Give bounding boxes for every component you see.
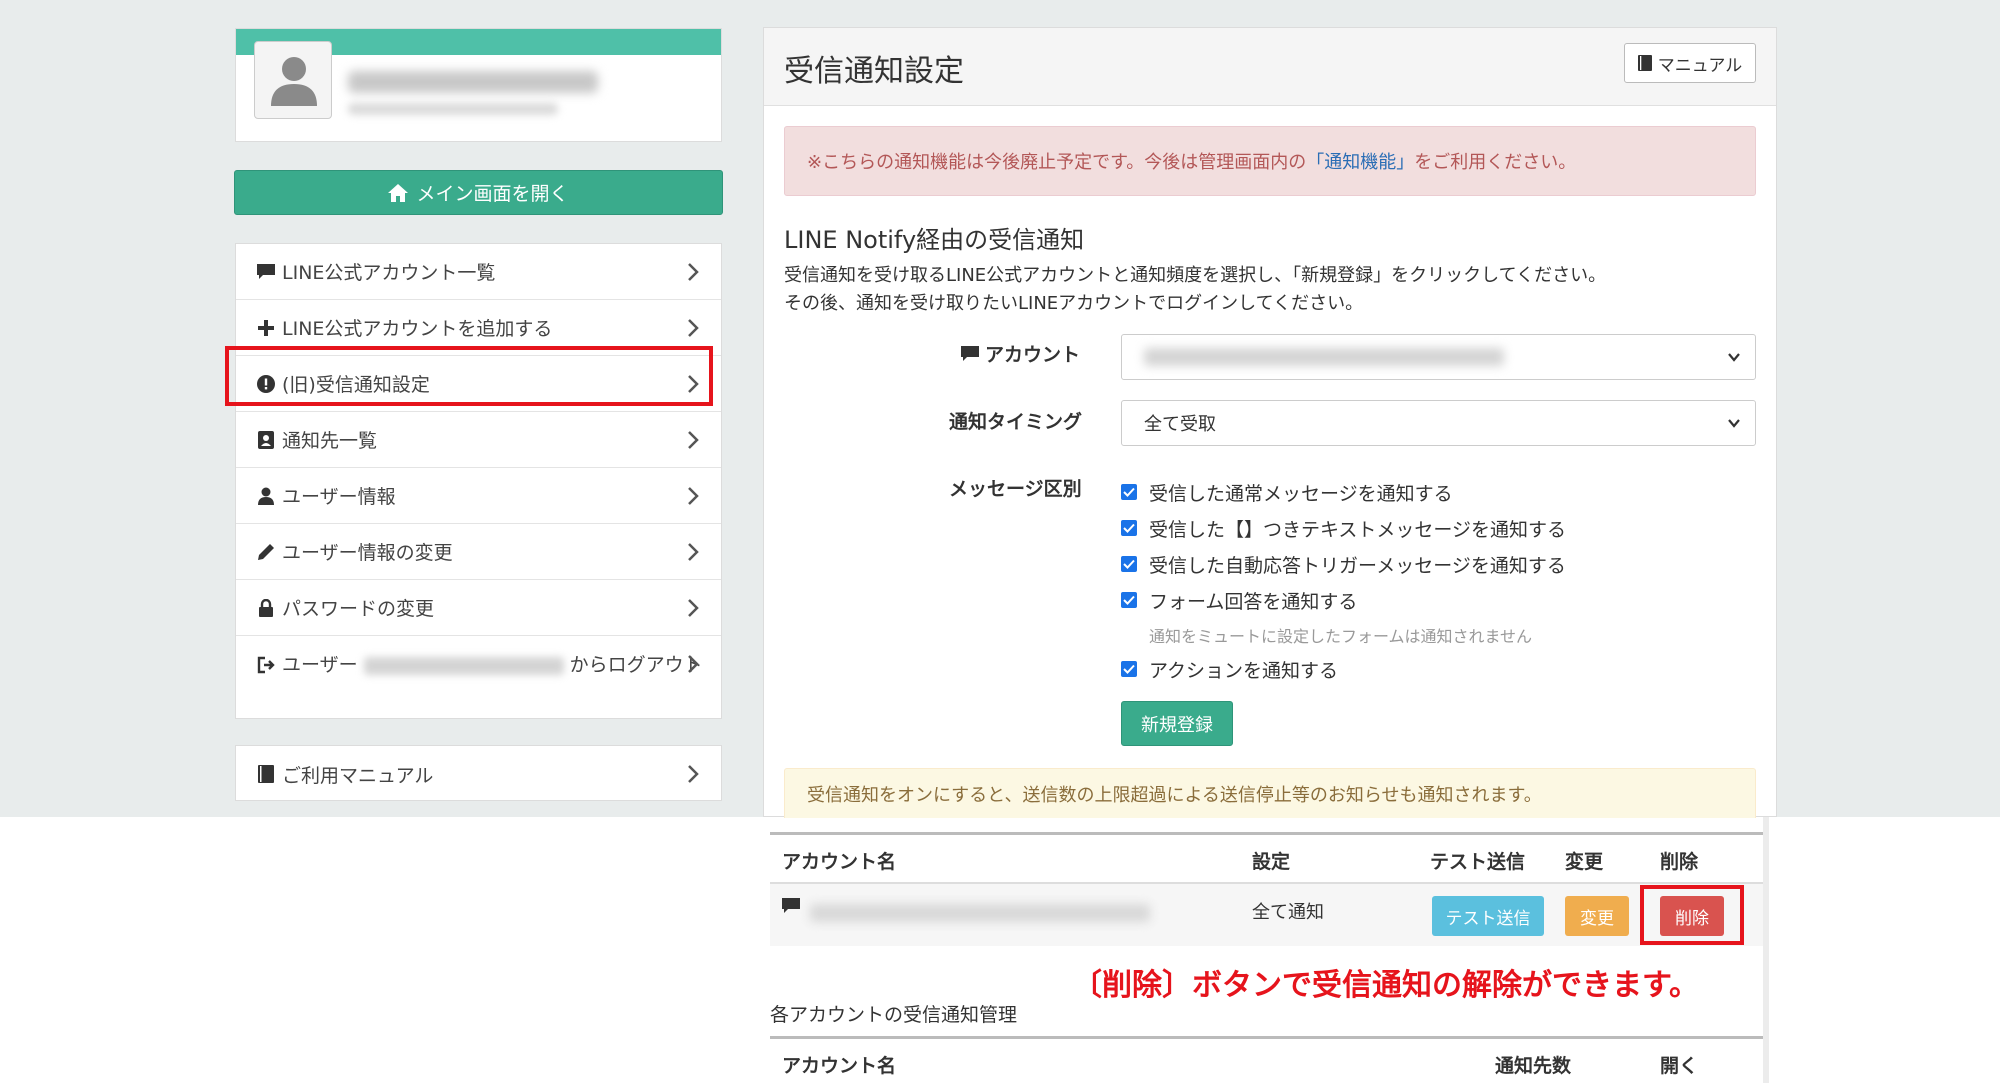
chevron-right-icon <box>688 655 699 673</box>
sidebar-item-manual[interactable]: ご利用マニュアル <box>236 746 721 802</box>
notification-table-header: アカウント名 設定 テスト送信 変更 削除 <box>770 832 1763 884</box>
checkbox-checked-icon <box>1121 484 1137 500</box>
redacted-user-email <box>348 103 558 115</box>
chevron-down-icon <box>1728 419 1740 428</box>
account-label: アカウント <box>961 340 1080 367</box>
comment-icon <box>961 345 979 361</box>
checkbox-action[interactable]: アクションを通知する <box>1121 651 1566 687</box>
chevron-down-icon <box>1728 353 1740 362</box>
message-type-checkboxes: 受信した通常メッセージを通知する 受信した【】つきテキストメッセージを通知する … <box>1121 474 1566 687</box>
sidebar-item-logout[interactable]: ユーザー からログアウト <box>236 636 721 718</box>
chevron-right-icon <box>688 431 699 449</box>
notification-settings-panel: 受信通知設定 マニュアル ※こちらの通知機能は今後廃止予定です。今後は管理画面内… <box>763 27 1777 818</box>
register-button[interactable]: 新規登録 <box>1121 701 1233 746</box>
notification-warning: 受信通知をオンにすると、送信数の上限超過による送信停止等のお知らせも通知されます… <box>784 768 1756 818</box>
user-card <box>235 28 722 142</box>
redacted-account-name <box>810 904 1150 922</box>
header-account-name: アカウント名 <box>782 1055 897 1077</box>
header-change: 変更 <box>1565 851 1604 873</box>
checkbox-checked-icon <box>1121 661 1137 677</box>
lock-icon <box>256 598 276 618</box>
header-open: 開く <box>1660 1055 1699 1077</box>
checkbox-normal-message[interactable]: 受信した通常メッセージを通知する <box>1121 474 1566 510</box>
sidebar-manual-panel: ご利用マニュアル <box>235 745 722 801</box>
form-mute-note: 通知をミュートに設定したフォームは通知されません <box>1149 626 1533 646</box>
message-type-label: メッセージ区別 <box>949 478 1082 500</box>
redacted-user-name <box>348 71 598 93</box>
notification-feature-link[interactable]: 「通知機能」 <box>1306 148 1414 174</box>
delete-highlight-box <box>1640 885 1744 945</box>
sidebar-item-destination-list[interactable]: 通知先一覧 <box>236 412 721 468</box>
chevron-right-icon <box>688 543 699 561</box>
chevron-right-icon <box>688 319 699 337</box>
header-account-name: アカウント名 <box>782 851 897 873</box>
avatar <box>254 41 332 119</box>
header-destination-count: 通知先数 <box>1495 1055 1572 1077</box>
checkbox-bracket-message[interactable]: 受信した【】つきテキストメッセージを通知する <box>1121 510 1566 546</box>
delete-annotation: 〔削除〕ボタンで受信通知の解除ができます。 <box>1072 968 1699 1003</box>
header-setting: 設定 <box>1252 851 1291 873</box>
account-management-table-header: アカウント名 通知先数 開く <box>770 1036 1763 1083</box>
pencil-icon <box>256 542 276 562</box>
test-send-button[interactable]: テスト送信 <box>1432 896 1544 936</box>
plus-icon <box>256 318 276 338</box>
contact-card-icon <box>256 430 276 450</box>
sidebar-item-user-info[interactable]: ユーザー情報 <box>236 468 721 524</box>
page-title: 受信通知設定 <box>784 54 964 89</box>
checkbox-checked-icon <box>1121 520 1137 536</box>
chevron-right-icon <box>688 599 699 617</box>
account-select[interactable] <box>1121 334 1756 380</box>
checkbox-form-answer[interactable]: フォーム回答を通知する <box>1121 582 1566 618</box>
notification-table: アカウント名 設定 テスト送信 変更 削除 全て通知 テスト送信 変更 削除 <box>770 832 1763 946</box>
highlight-annotation-box <box>225 346 713 406</box>
section-description: 受信通知を受け取るLINE公式アカウントと通知頻度を選択し、「新規登録」をクリッ… <box>784 265 1607 314</box>
checkbox-checked-icon <box>1121 556 1137 572</box>
header-test-send: テスト送信 <box>1430 851 1526 873</box>
timing-select[interactable]: 全て受取 <box>1121 400 1756 446</box>
home-icon <box>388 183 409 202</box>
sign-out-icon <box>256 655 276 675</box>
book-icon <box>1637 55 1652 71</box>
user-icon <box>256 486 276 506</box>
row-setting: 全て通知 <box>1252 902 1324 923</box>
checkbox-auto-response-trigger[interactable]: 受信した自動応答トリガーメッセージを通知する <box>1121 546 1566 582</box>
user-silhouette-icon <box>271 57 317 106</box>
account-management-title: 各アカウントの受信通知管理 <box>770 1004 1018 1026</box>
comment-icon <box>782 898 800 913</box>
manual-button[interactable]: マニュアル <box>1624 43 1756 83</box>
timing-label: 通知タイミング <box>949 411 1083 433</box>
chevron-right-icon <box>688 263 699 281</box>
book-icon <box>256 764 276 784</box>
deprecation-alert: ※こちらの通知機能は今後廃止予定です。今後は管理画面内の 「通知機能」 をご利用くだ… <box>784 126 1756 196</box>
checkbox-checked-icon <box>1121 592 1137 608</box>
panel-side-rail <box>1763 817 1769 1083</box>
sidebar-item-change-password[interactable]: パスワードの変更 <box>236 580 721 636</box>
change-button[interactable]: 変更 <box>1565 896 1629 936</box>
comment-icon <box>256 262 276 282</box>
section-title: LINE Notify経由の受信通知 <box>784 226 1085 254</box>
chevron-right-icon <box>688 765 699 783</box>
sidebar-menu: LINE公式アカウント一覧 LINE公式アカウントを追加する (旧)受信通知設定… <box>235 243 722 719</box>
sidebar-item-account-list[interactable]: LINE公式アカウント一覧 <box>236 244 721 300</box>
table-row: 全て通知 テスト送信 変更 削除 <box>770 884 1763 946</box>
panel-header: 受信通知設定 マニュアル <box>764 28 1776 106</box>
chevron-right-icon <box>688 487 699 505</box>
open-main-screen-button[interactable]: メイン画面を開く <box>234 170 723 215</box>
sidebar-item-edit-user-info[interactable]: ユーザー情報の変更 <box>236 524 721 580</box>
redacted-user-name <box>363 656 564 675</box>
header-delete: 削除 <box>1660 851 1699 873</box>
redacted-account-name <box>1144 348 1504 366</box>
